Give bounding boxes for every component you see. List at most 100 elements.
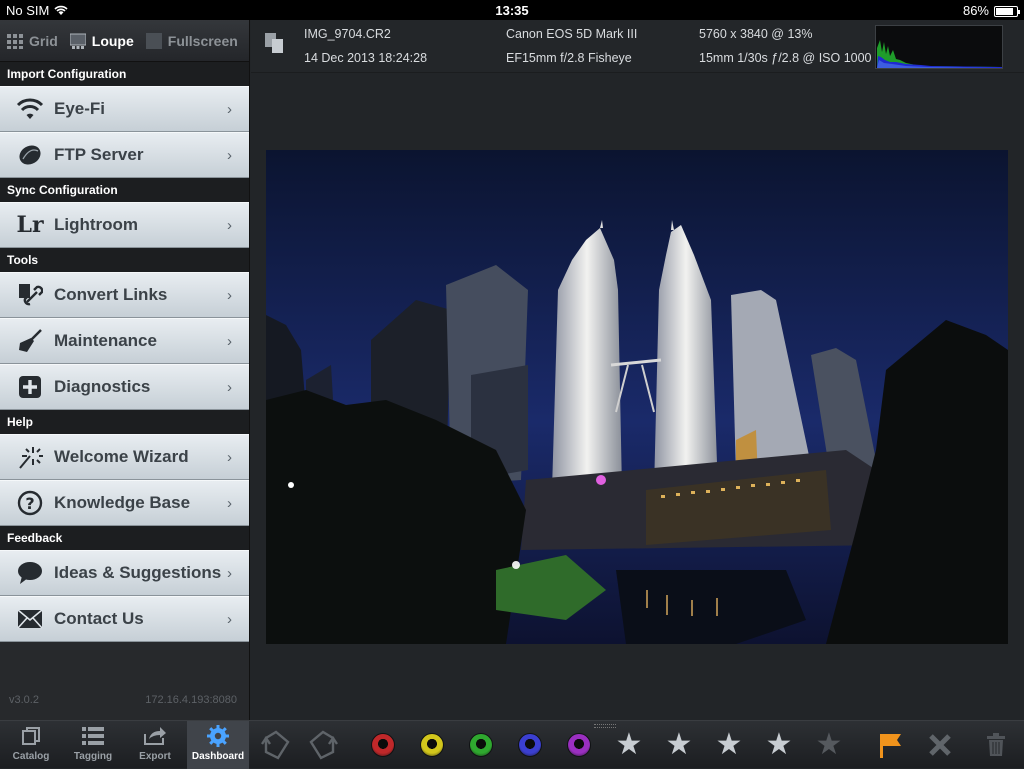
photo-preview[interactable] [266, 150, 1008, 644]
chevron-right-icon: › [227, 287, 232, 304]
chevron-right-icon: › [227, 101, 232, 118]
chevron-right-icon: › [227, 217, 232, 234]
color-label-yellow[interactable] [416, 730, 448, 760]
exposure-settings: 15mm 1/30s ƒ/2.8 @ ISO 1000 [699, 51, 872, 65]
star-icon: ★ [715, 728, 743, 761]
fullscreen-icon [145, 32, 162, 49]
list-icon [82, 727, 104, 745]
section-feedback: Feedback [0, 526, 249, 550]
chevron-right-icon: › [227, 379, 232, 396]
tab-tagging[interactable]: Tagging [62, 721, 124, 769]
color-label-red[interactable] [367, 730, 399, 760]
wand-icon [15, 442, 45, 472]
export-icon [144, 727, 166, 745]
sidebar-item-welcome-wizard[interactable]: Welcome Wizard › [0, 434, 249, 480]
section-sync: Sync Configuration [0, 178, 249, 202]
chevron-right-icon: › [227, 147, 232, 164]
sidebar-item-lightroom[interactable]: Lr Lightroom › [0, 202, 249, 248]
image-dimensions: 5760 x 3840 @ 13% [699, 27, 813, 41]
wifi-icon [15, 94, 45, 124]
filename: IMG_9704.CR2 [304, 27, 391, 41]
chevron-right-icon: › [227, 449, 232, 466]
sidebar-item-diagnostics[interactable]: Diagnostics › [0, 364, 249, 410]
star-icon: ★ [765, 728, 793, 761]
sidebar-item-eye-fi[interactable]: Eye-Fi › [0, 86, 249, 132]
camera-model: Canon EOS 5D Mark III [506, 27, 638, 41]
flag-icon [880, 734, 901, 758]
sidebar-item-contact-us[interactable]: Contact Us › [0, 596, 249, 642]
color-label-blue[interactable] [514, 730, 546, 760]
purple-label-icon [567, 733, 591, 757]
server-address-label: 172.16.4.193:8080 [145, 694, 237, 706]
sidebar-item-maintenance[interactable]: Maintenance › [0, 318, 249, 364]
bottom-toolbar: Catalog Tagging Export Dashboard ★ ★ ★ ★… [0, 720, 1024, 769]
status-time: 13:35 [495, 3, 529, 18]
color-label-green[interactable] [465, 730, 497, 760]
rotate-right-button[interactable] [307, 730, 339, 760]
chevron-right-icon: › [227, 565, 232, 582]
close-icon [929, 734, 951, 756]
section-help: Help [0, 410, 249, 434]
version-label: v3.0.2 [9, 694, 39, 706]
speech-bubble-icon [15, 558, 45, 588]
question-icon: ? [15, 488, 45, 518]
lightroom-icon: Lr [16, 212, 44, 238]
tab-grid[interactable]: Grid [0, 33, 64, 49]
tab-export[interactable]: Export [124, 721, 186, 769]
envelope-icon [15, 604, 45, 634]
view-mode-tabs: Grid Loupe Fullscreen [0, 20, 249, 62]
tab-catalog[interactable]: Catalog [0, 721, 62, 769]
sidebar-item-ideas-suggestions[interactable]: Ideas & Suggestions › [0, 550, 249, 596]
copy-document-icon[interactable] [264, 32, 286, 54]
tab-fullscreen[interactable]: Fullscreen [140, 32, 244, 49]
rotate-left-icon [261, 730, 290, 760]
delete-button[interactable] [980, 730, 1012, 760]
chevron-right-icon: › [227, 495, 232, 512]
sidebar-item-convert-links[interactable]: Convert Links › [0, 272, 249, 318]
rating-star-1[interactable]: ★ [613, 730, 645, 760]
sidebar: Grid Loupe Fullscreen Import Configurati… [0, 20, 250, 720]
drag-handle[interactable] [594, 724, 616, 728]
battery-percent: 86% [962, 3, 989, 18]
histogram [875, 25, 1003, 69]
section-import: Import Configuration [0, 62, 249, 86]
rotate-right-icon [309, 730, 338, 760]
flag-button[interactable] [874, 730, 906, 760]
reject-button[interactable] [924, 730, 956, 760]
rating-star-4[interactable]: ★ [763, 730, 795, 760]
tab-dashboard[interactable]: Dashboard [187, 721, 249, 769]
rotate-left-button[interactable] [260, 730, 292, 760]
star-icon: ★ [815, 728, 843, 761]
battery-icon [994, 5, 1020, 17]
loupe-icon [69, 33, 86, 49]
chevron-right-icon: › [227, 611, 232, 628]
rating-star-3[interactable]: ★ [713, 730, 745, 760]
trash-icon [987, 733, 1005, 756]
sidebar-item-ftp-server[interactable]: FTP Server › [0, 132, 249, 178]
tab-loupe[interactable]: Loupe [64, 33, 140, 49]
broom-icon [15, 326, 45, 356]
star-icon: ★ [665, 728, 693, 761]
sidebar-item-knowledge-base[interactable]: ? Knowledge Base › [0, 480, 249, 526]
green-label-icon [469, 733, 493, 757]
photo-info-bar: IMG_9704.CR2 14 Dec 2013 18:24:28 Canon … [251, 20, 1024, 73]
plus-box-icon [15, 372, 45, 402]
grid-icon [7, 33, 23, 49]
catalog-icon [22, 727, 40, 745]
ftp-disc-icon [15, 140, 45, 170]
rating-star-2[interactable]: ★ [663, 730, 695, 760]
star-icon: ★ [615, 728, 643, 761]
chevron-right-icon: › [227, 333, 232, 350]
color-label-purple[interactable] [563, 730, 595, 760]
red-label-icon [371, 733, 395, 757]
gear-icon [207, 725, 229, 747]
blue-label-icon [518, 733, 542, 757]
yellow-label-icon [420, 733, 444, 757]
status-bar: No SIM 13:35 86% [0, 0, 1024, 20]
capture-date: 14 Dec 2013 18:24:28 [304, 51, 428, 65]
lens-model: EF15mm f/2.8 Fisheye [506, 51, 632, 65]
loupe-view [251, 74, 1024, 720]
section-tools: Tools [0, 248, 249, 272]
svg-text:?: ? [25, 494, 34, 513]
rating-star-5[interactable]: ★ [813, 730, 845, 760]
